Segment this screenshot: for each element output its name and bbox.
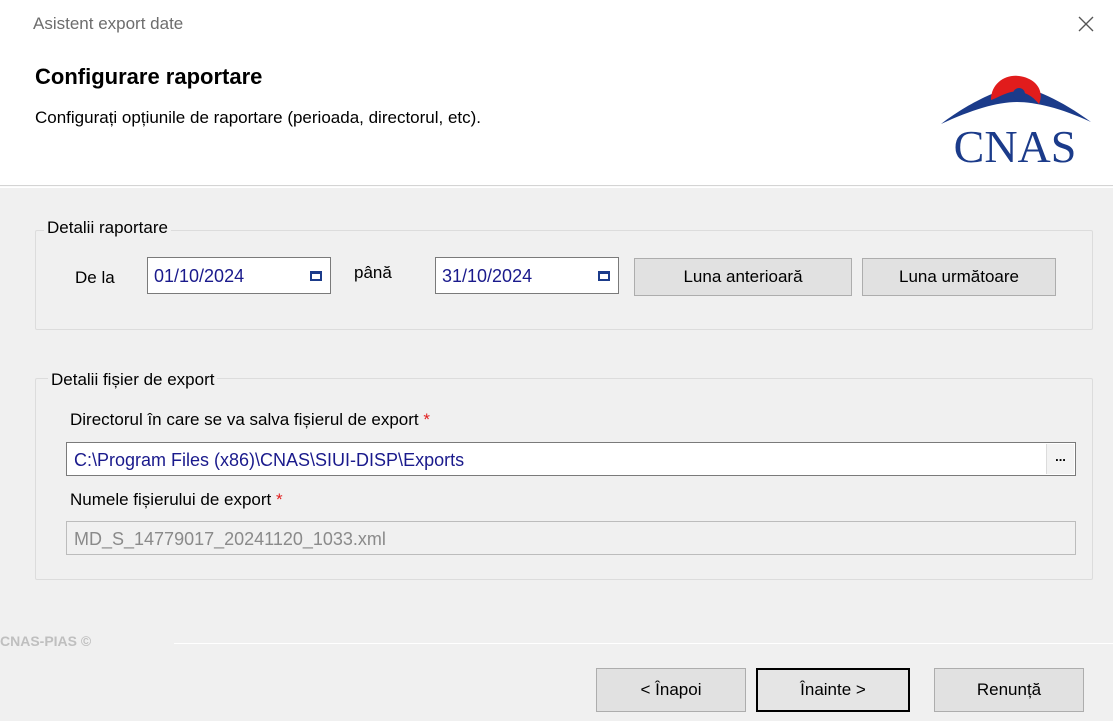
directory-field[interactable]: C:\Program Files (x86)\CNAS\SIUI-DISP\Ex… — [66, 442, 1076, 476]
report-details-legend: Detalii raportare — [44, 218, 171, 238]
export-details-legend: Detalii fișier de export — [48, 370, 218, 390]
calendar-icon[interactable] — [598, 271, 610, 281]
window-title: Asistent export date — [33, 14, 184, 33]
filename-label-text: Numele fișierului de export — [70, 490, 272, 509]
browse-button[interactable]: ... — [1046, 444, 1074, 474]
cancel-button[interactable]: Renunță — [934, 668, 1084, 712]
directory-value: C:\Program Files (x86)\CNAS\SIUI-DISP\Ex… — [74, 450, 465, 470]
from-date-value: 01/10/2024 — [154, 266, 245, 286]
wizard-header: Configurare raportare Configurați opțiun… — [0, 48, 1113, 186]
filename-label: Numele fișierului de export * — [70, 490, 283, 510]
directory-label-text: Directorul în care se va salva fișierul … — [70, 410, 419, 429]
from-label: De la — [75, 268, 115, 287]
close-icon — [1078, 16, 1094, 32]
filename-field: MD_S_14779017_20241120_1033.xml — [66, 521, 1076, 555]
from-date-picker[interactable]: 01/10/2024 — [147, 257, 331, 294]
to-date-picker[interactable]: 31/10/2024 — [435, 257, 619, 294]
directory-label: Directorul în care se va salva fișierul … — [70, 410, 430, 430]
cnas-logo: CNAS — [941, 75, 1091, 168]
required-marker: * — [276, 490, 283, 509]
previous-month-button[interactable]: Luna anterioară — [634, 258, 852, 296]
to-date-value: 31/10/2024 — [442, 266, 533, 286]
close-button[interactable] — [1068, 8, 1104, 40]
page-title: Configurare raportare — [35, 64, 263, 89]
title-bar: Asistent export date — [0, 0, 1113, 48]
brand-label: CNAS-PIAS © — [0, 633, 92, 649]
back-button[interactable]: < Înapoi — [596, 668, 746, 712]
wizard-body: Detalii raportare De la 01/10/2024 până … — [0, 188, 1113, 721]
header-separator — [0, 185, 1113, 187]
footer-separator — [174, 643, 1113, 644]
page-subtitle: Configurați opțiunile de raportare (peri… — [35, 108, 482, 127]
filename-value: MD_S_14779017_20241120_1033.xml — [74, 529, 386, 549]
next-month-button[interactable]: Luna următoare — [862, 258, 1056, 296]
calendar-icon[interactable] — [310, 271, 322, 281]
next-button[interactable]: Înainte > — [756, 668, 910, 712]
to-label: până — [354, 263, 392, 282]
logo-text: CNAS — [954, 121, 1077, 168]
required-marker: * — [423, 410, 431, 429]
